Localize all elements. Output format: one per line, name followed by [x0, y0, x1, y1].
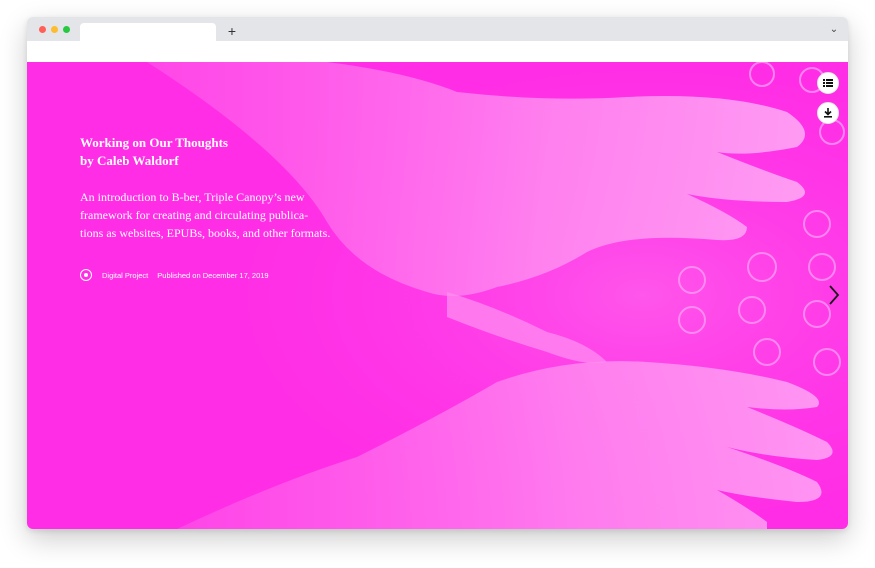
browser-tab[interactable] [80, 23, 216, 42]
article-title-line: Working on Our Thoughts [80, 135, 228, 150]
contents-button[interactable] [817, 72, 839, 94]
minimize-window-button[interactable] [51, 26, 58, 33]
new-tab-button[interactable]: + [224, 23, 240, 39]
description-line: An introduction to B-ber, Triple Canopy’… [80, 190, 305, 204]
article-meta: Digital Project Published on December 17… [80, 268, 269, 282]
download-button[interactable] [817, 102, 839, 124]
maximize-window-button[interactable] [63, 26, 70, 33]
description-line: framework for creating and circulating p… [80, 208, 309, 222]
article-description: An introduction to B-ber, Triple Canopy’… [80, 188, 370, 242]
list-icon [823, 79, 833, 87]
chevron-right-icon [829, 285, 840, 305]
digital-project-icon [80, 269, 92, 281]
article-title: Working on Our Thoughts by Caleb Waldorf [80, 134, 228, 170]
description-line: tions as websites, EPUBs, books, and oth… [80, 226, 331, 240]
browser-window: + ⌄ Working on Our Thoughts by Caleb Wal… [27, 17, 848, 529]
typing-hands-image [27, 62, 848, 529]
browser-toolbar [27, 41, 848, 62]
published-date: Published on December 17, 2019 [157, 270, 269, 280]
next-slide-button[interactable] [827, 284, 841, 306]
article-author-line: by Caleb Waldorf [80, 153, 179, 168]
browser-titlebar: + ⌄ [27, 17, 848, 42]
download-icon [824, 108, 832, 118]
category-label[interactable]: Digital Project [102, 271, 148, 280]
hero-section: Working on Our Thoughts by Caleb Waldorf… [27, 62, 848, 529]
close-window-button[interactable] [39, 26, 46, 33]
tab-list-button[interactable]: ⌄ [828, 24, 840, 36]
